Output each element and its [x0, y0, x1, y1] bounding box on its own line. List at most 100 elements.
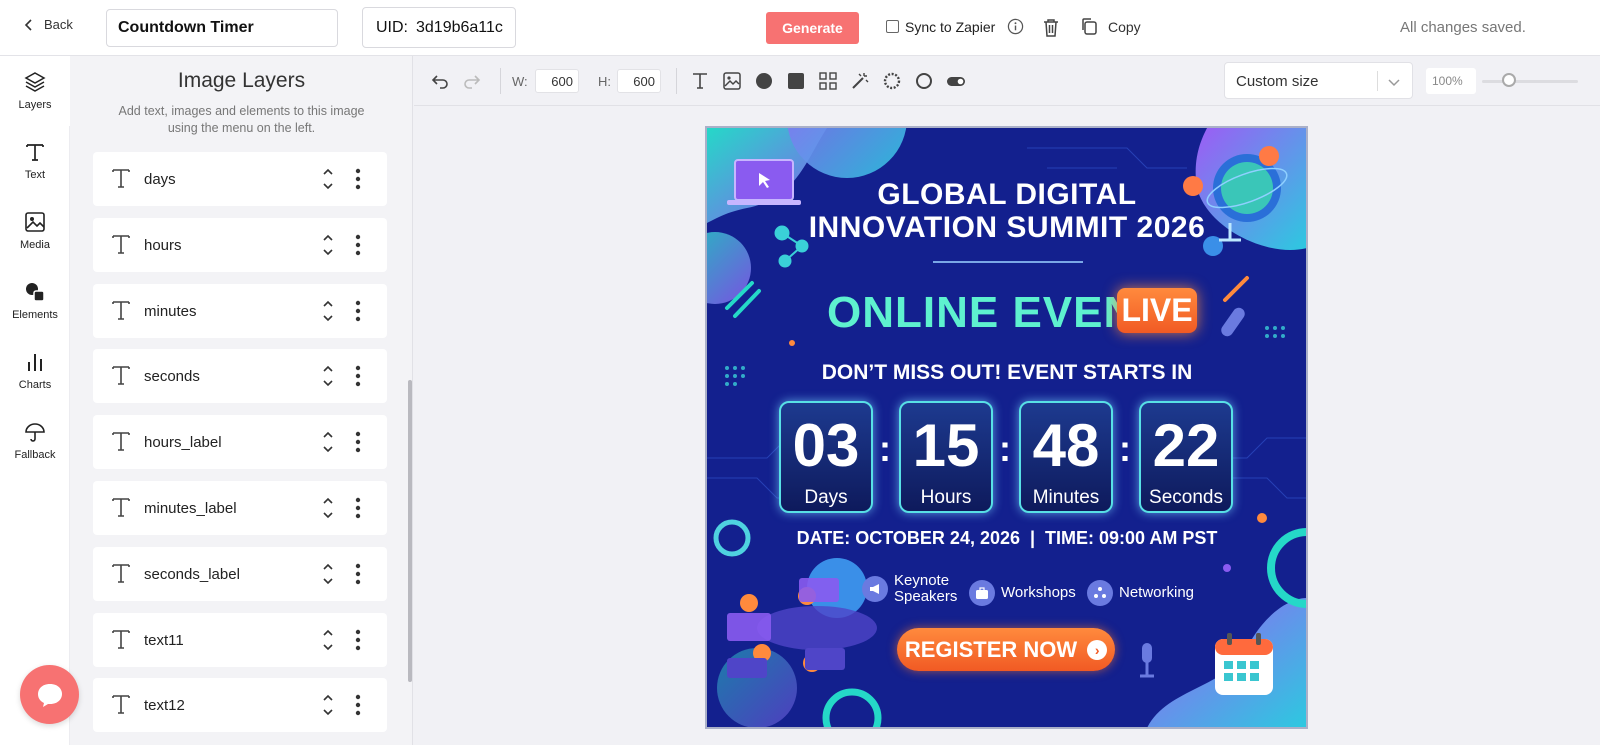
design-canvas[interactable]: GLOBAL DIGITAL INNOVATION SUMMIT 2026 ON…: [705, 126, 1308, 729]
feature-keynote-label: Keynote Speakers: [894, 573, 957, 605]
top-bar: Back UID: 3d19b6a11c Generate Sync to Za…: [0, 0, 1600, 56]
countdown-days-value: 03: [792, 412, 860, 479]
zoom-level[interactable]: 100%: [1426, 68, 1476, 94]
more-vertical-icon[interactable]: [355, 629, 361, 651]
rail-item-media[interactable]: Media: [0, 196, 70, 266]
layers-panel: Image Layers Add text, images and elemen…: [70, 56, 413, 745]
add-circle-icon[interactable]: [754, 71, 774, 91]
reorder-arrows-icon[interactable]: [322, 166, 334, 192]
layers-scrollbar[interactable]: [408, 380, 412, 682]
layer-row[interactable]: text12: [93, 678, 387, 733]
reorder-arrows-icon[interactable]: [322, 627, 334, 653]
rail-item-fallback[interactable]: Fallback: [0, 406, 70, 476]
copy-icon: [1082, 18, 1097, 35]
more-vertical-icon[interactable]: [355, 563, 361, 585]
rail-item-elements[interactable]: Elements: [0, 266, 70, 336]
reorder-arrows-icon[interactable]: [322, 429, 334, 455]
template-title-input[interactable]: [106, 9, 338, 47]
grid-icon[interactable]: [818, 71, 838, 91]
sync-to-zapier: Sync to Zapier: [886, 18, 1024, 35]
reorder-arrows-icon[interactable]: [322, 298, 334, 324]
canvas-size-select[interactable]: Custom size: [1224, 62, 1413, 99]
countdown-hours-value: 15: [912, 412, 980, 479]
save-status: All changes saved.: [1400, 19, 1526, 36]
reorder-arrows-icon[interactable]: [322, 495, 334, 521]
panel-subtitle: Add text, images and elements to this im…: [118, 104, 365, 135]
online-event-heading: ONLINE EVENT: [827, 288, 1165, 337]
reorder-arrows-icon[interactable]: [322, 692, 334, 718]
reorder-arrows-icon[interactable]: [322, 561, 334, 587]
add-text-icon[interactable]: [690, 71, 710, 91]
height-input[interactable]: [617, 69, 661, 93]
event-title-line-1: GLOBAL DIGITAL: [877, 178, 1137, 211]
generate-button[interactable]: Generate: [766, 12, 859, 44]
more-vertical-icon[interactable]: [355, 431, 361, 453]
countdown-separator: :: [999, 428, 1011, 469]
layer-row[interactable]: seconds: [93, 349, 387, 404]
more-vertical-icon[interactable]: [355, 168, 361, 190]
layer-row[interactable]: hours_label: [93, 415, 387, 470]
chat-support-button[interactable]: [20, 665, 79, 724]
layer-name: seconds_label: [144, 565, 240, 583]
countdown-hours-label: Hours: [920, 487, 972, 508]
text-layer-icon: [112, 432, 130, 451]
uid-display: UID: 3d19b6a11c: [362, 7, 516, 48]
rail-item-charts[interactable]: Charts: [0, 336, 70, 406]
layer-row[interactable]: text11: [93, 612, 387, 667]
layer-row[interactable]: minutes: [93, 283, 387, 338]
countdown-minutes-label: Minutes: [1032, 487, 1100, 508]
copy-label: Copy: [1108, 18, 1141, 35]
register-now-button: REGISTER NOW ›: [897, 628, 1115, 671]
back-button[interactable]: Back: [22, 17, 73, 32]
more-vertical-icon[interactable]: [355, 365, 361, 387]
more-vertical-icon[interactable]: [355, 694, 361, 716]
uid-label: UID:: [376, 18, 408, 36]
chevron-left-icon: [24, 18, 32, 31]
width-input[interactable]: [535, 69, 579, 93]
more-vertical-icon[interactable]: [355, 234, 361, 256]
toggle-icon[interactable]: [946, 71, 966, 91]
ring-icon[interactable]: [914, 71, 934, 91]
magic-wand-icon[interactable]: [850, 71, 870, 91]
zoom-slider-track[interactable]: [1482, 80, 1578, 83]
more-vertical-icon[interactable]: [355, 497, 361, 519]
megaphone-icon: [862, 576, 888, 602]
trash-icon[interactable]: [1042, 18, 1060, 38]
undo-icon[interactable]: [430, 71, 450, 91]
text-icon: [26, 144, 44, 161]
text-layer-icon: [112, 234, 130, 254]
add-rectangle-icon[interactable]: [786, 71, 806, 91]
countdown-days-box: 03 Days: [779, 401, 873, 513]
canvas-toolbar: W: H: Custom size 100%: [414, 56, 1600, 106]
text-layer-icon: [112, 300, 130, 320]
event-starts-text: DON’T MISS OUT! EVENT STARTS IN: [821, 361, 1193, 384]
rail-item-layers[interactable]: Layers: [0, 56, 70, 126]
uid-value: 3d19b6a11c: [416, 18, 503, 36]
image-icon: [25, 212, 45, 232]
layer-row[interactable]: days: [93, 152, 387, 206]
shapes-icon: [26, 283, 45, 302]
loader-icon[interactable]: [882, 71, 902, 91]
add-image-icon[interactable]: [722, 71, 742, 91]
layer-name: minutes: [144, 302, 197, 320]
rail-label: Fallback: [14, 449, 56, 461]
feature-networking: Networking: [1087, 580, 1194, 606]
event-title: GLOBAL DIGITAL INNOVATION SUMMIT 2026: [707, 178, 1306, 244]
height-label: H:: [598, 74, 611, 89]
more-vertical-icon[interactable]: [355, 300, 361, 322]
rail-item-text[interactable]: Text: [0, 126, 70, 196]
copy-button[interactable]: Copy: [1080, 17, 1141, 36]
layer-row[interactable]: seconds_label: [93, 546, 387, 601]
sync-to-zapier-checkbox[interactable]: [886, 20, 899, 33]
reorder-arrows-icon[interactable]: [322, 232, 334, 258]
rail-label: Charts: [18, 379, 52, 391]
zoom-slider-handle[interactable]: [1501, 73, 1516, 87]
info-icon[interactable]: [1007, 18, 1024, 35]
layer-row[interactable]: hours: [93, 217, 387, 272]
redo-icon[interactable]: [462, 71, 482, 91]
reorder-arrows-icon[interactable]: [322, 363, 334, 389]
chat-icon: [37, 683, 62, 707]
feature-keynote-line-2: Speakers: [894, 588, 958, 605]
layer-row[interactable]: minutes_label: [93, 481, 387, 535]
countdown-separator: :: [879, 428, 891, 469]
